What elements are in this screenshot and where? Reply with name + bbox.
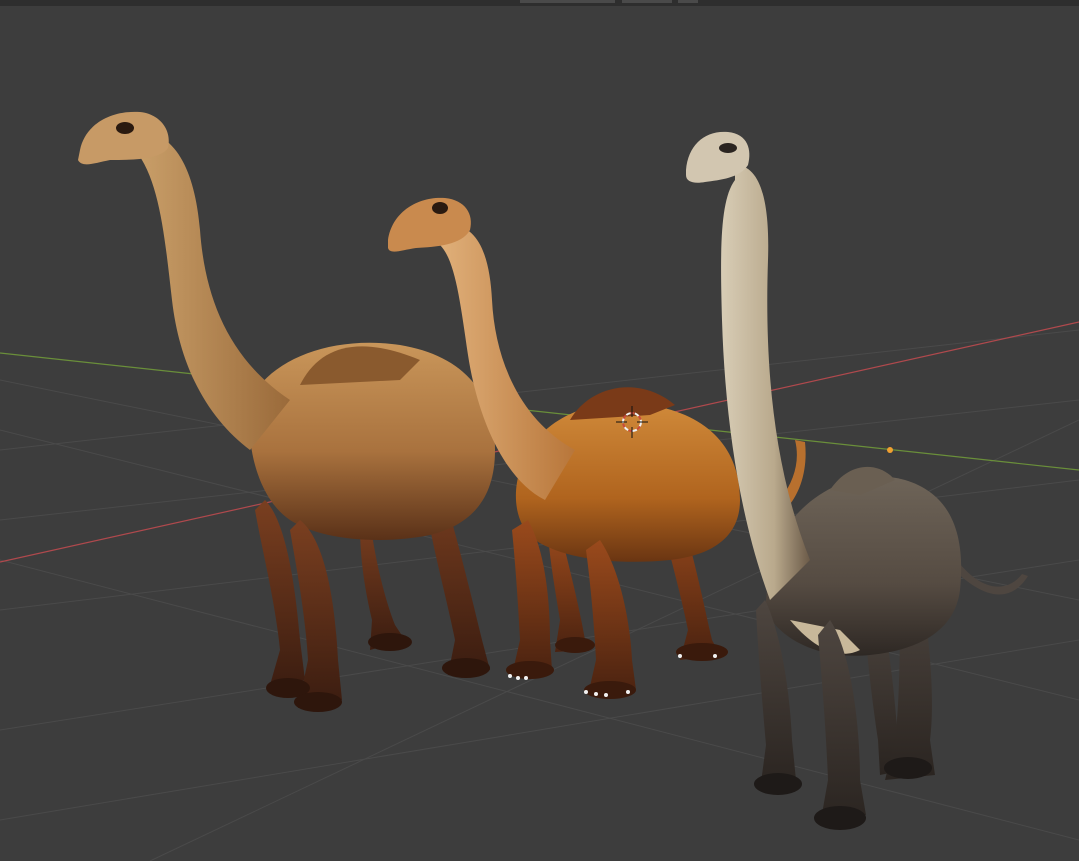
scene-canvas[interactable]	[0, 0, 1079, 861]
3d-viewport[interactable]	[0, 0, 1079, 861]
origin-icon[interactable]	[887, 447, 893, 453]
